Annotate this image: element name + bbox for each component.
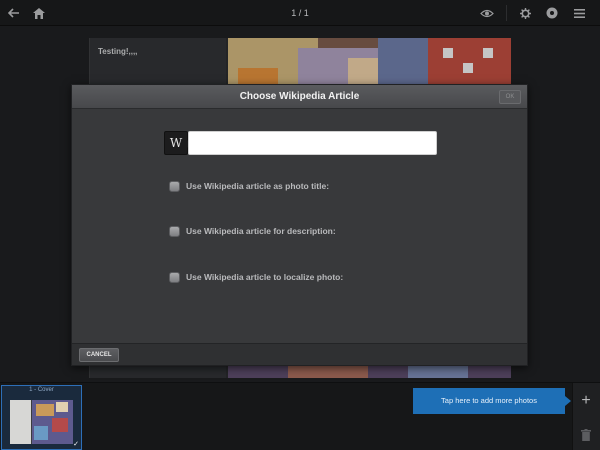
dialog-title: Choose Wikipedia Article: [239, 91, 360, 102]
home-icon[interactable]: [31, 0, 47, 26]
thumbnail-preview: [10, 400, 73, 444]
checkbox[interactable]: [169, 271, 180, 283]
wikipedia-icon: W: [164, 131, 191, 155]
page-counter: 1 / 1: [291, 8, 309, 18]
top-toolbar: 1 / 1: [0, 0, 600, 26]
thumbnail-photo: [32, 400, 73, 444]
info-icon[interactable]: [544, 0, 560, 26]
gear-icon[interactable]: [517, 0, 533, 26]
option-photo-title[interactable]: Use Wikipedia article as photo title:: [169, 179, 329, 193]
checkmark-icon: ✓: [73, 441, 79, 448]
option-label: Use Wikipedia article to localize photo:: [186, 272, 344, 282]
option-label: Use Wikipedia article as photo title:: [186, 181, 330, 191]
ok-button[interactable]: OK: [499, 90, 521, 104]
menu-icon[interactable]: [571, 0, 587, 26]
page-thumbnail[interactable]: 1 - Cover ✓: [1, 385, 82, 450]
trash-icon[interactable]: [581, 428, 591, 441]
option-label: Use Wikipedia article for description:: [186, 226, 336, 236]
cancel-button[interactable]: CANCEL: [79, 348, 119, 362]
dialog-footer: CANCEL: [72, 343, 527, 365]
wikipedia-search: W: [164, 131, 437, 155]
option-description[interactable]: Use Wikipedia article for description:: [169, 224, 336, 238]
add-photos-tip[interactable]: Tap here to add more photos: [413, 388, 571, 414]
checkbox[interactable]: [169, 225, 180, 237]
wikipedia-dialog: Choose Wikipedia Article OK W Use Wikipe…: [71, 84, 528, 366]
eye-icon[interactable]: [478, 0, 496, 26]
thumbnail-text-panel: [10, 400, 31, 444]
add-photo-icon[interactable]: +: [572, 391, 600, 411]
dialog-header: Choose Wikipedia Article OK: [72, 85, 527, 109]
option-localize[interactable]: Use Wikipedia article to localize photo:: [169, 270, 343, 284]
thumbnail-label: 1 - Cover: [29, 387, 54, 393]
checkbox[interactable]: [169, 180, 180, 192]
toolbar-divider: [506, 5, 507, 21]
filmstrip: 1 - Cover ✓ Tap here to add more photos …: [0, 382, 600, 450]
wikipedia-search-input[interactable]: [188, 131, 437, 155]
back-arrow-icon[interactable]: [6, 0, 22, 26]
